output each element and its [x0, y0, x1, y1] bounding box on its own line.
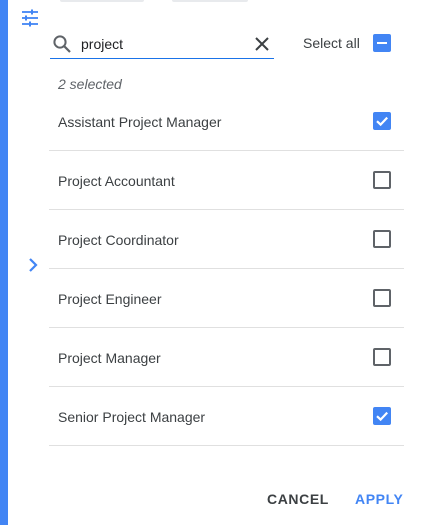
option-checkbox[interactable] [373, 112, 391, 130]
chevron-right-icon[interactable] [24, 256, 42, 274]
option-checkbox[interactable] [373, 171, 391, 189]
selection-count: 2 selected [58, 76, 122, 92]
option-label: Project Manager [58, 350, 161, 366]
option-checkbox[interactable] [373, 230, 391, 248]
option-label: Assistant Project Manager [58, 114, 222, 130]
option-checkbox[interactable] [373, 289, 391, 307]
option-row[interactable]: Project Accountant [49, 151, 404, 210]
option-row[interactable]: Project Engineer [49, 269, 404, 328]
select-all-label: Select all [303, 35, 360, 51]
close-icon[interactable] [250, 32, 274, 56]
filter-sidebar [8, 0, 48, 525]
option-label: Senior Project Manager [58, 409, 206, 425]
cancel-button[interactable]: CANCEL [267, 491, 329, 507]
search-field [50, 28, 274, 59]
tune-icon[interactable] [20, 8, 40, 28]
select-all-checkbox[interactable] [373, 34, 391, 52]
option-checkbox[interactable] [373, 348, 391, 366]
option-label: Project Coordinator [58, 232, 179, 248]
tab-edge [60, 0, 144, 2]
search-input[interactable] [81, 33, 241, 55]
option-label: Project Accountant [58, 173, 175, 189]
left-accent-bar [0, 0, 8, 525]
checkmark-icon [376, 116, 389, 127]
search-icon [53, 35, 71, 53]
apply-button[interactable]: APPLY [355, 491, 403, 507]
options-list: Assistant Project Manager Project Account… [49, 92, 404, 446]
option-row[interactable]: Project Manager [49, 328, 404, 387]
option-checkbox[interactable] [373, 407, 391, 425]
option-label: Project Engineer [58, 291, 162, 307]
option-row[interactable]: Project Coordinator [49, 210, 404, 269]
option-row[interactable]: Senior Project Manager [49, 387, 404, 446]
checkmark-icon [376, 411, 389, 422]
tab-edge [172, 0, 248, 2]
option-row[interactable]: Assistant Project Manager [49, 92, 404, 151]
